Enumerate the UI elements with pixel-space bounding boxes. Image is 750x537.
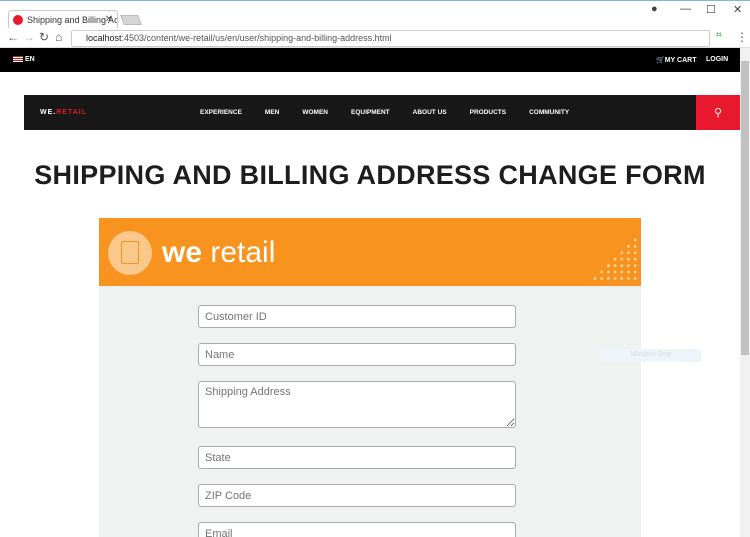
forward-icon[interactable]: →: [23, 30, 35, 44]
dot: [620, 251, 624, 255]
us-flag-icon: [13, 56, 23, 62]
url-path: :4503/content/we-retail/us/en/user/shipp…: [121, 33, 392, 43]
shipping-address-input[interactable]: [198, 381, 516, 428]
profile-icon[interactable]: ●: [651, 3, 658, 15]
dot: [627, 251, 630, 255]
state-input[interactable]: [198, 446, 516, 469]
dot: [593, 277, 597, 280]
address-form: [99, 286, 641, 537]
close-tab-icon[interactable]: ✕: [105, 14, 113, 25]
brand-logo: we retail: [162, 236, 276, 269]
dot: [600, 277, 604, 280]
dot: [627, 264, 630, 267]
browser-titlebar: Shipping and Billing Addr ✕ ● — ☐ ✕: [0, 0, 750, 29]
dot: [620, 264, 624, 267]
maximize-icon[interactable]: ☐: [706, 3, 716, 16]
address-bar[interactable]: localhost:4503/content/we-retail/us/en/u…: [71, 30, 710, 47]
brand-banner: we retail: [99, 218, 641, 286]
nav-item-products[interactable]: PRODUCTS: [470, 109, 506, 116]
dot: [633, 264, 637, 267]
scrollbar-thumb[interactable]: [741, 61, 749, 355]
top-bar: EN 🛒MY CART LOGIN: [0, 48, 740, 72]
dots-decoration: [593, 238, 637, 280]
dot: [627, 270, 630, 274]
browser-tab[interactable]: Shipping and Billing Addr ✕: [8, 10, 118, 29]
nav-item-experience[interactable]: EXPERIENCE: [200, 109, 242, 116]
dot: [620, 270, 624, 274]
browser-toolbar: ← → ↻ ⌂ localhost:4503/content/we-retail…: [0, 28, 750, 48]
nav-item-men[interactable]: MEN: [265, 109, 279, 116]
dot: [620, 257, 624, 261]
back-icon[interactable]: ←: [7, 30, 19, 44]
cart-label: MY CART: [664, 57, 697, 64]
logo[interactable]: WE.RETAIL: [40, 109, 87, 116]
dot: [633, 270, 637, 274]
email-input[interactable]: [198, 522, 516, 537]
new-tab-button[interactable]: [120, 15, 142, 25]
dot: [613, 270, 617, 274]
url-host: localhost: [86, 33, 122, 43]
language-selector[interactable]: EN: [25, 56, 35, 63]
nav-item-women[interactable]: WOMEN: [302, 109, 328, 116]
nav-item-equipment[interactable]: EQUIPMENT: [351, 109, 390, 116]
name-input[interactable]: [198, 343, 516, 366]
cart-link[interactable]: 🛒MY CART: [656, 56, 696, 64]
dot: [613, 277, 617, 280]
dot: [600, 270, 604, 274]
menu-icon[interactable]: ⋮: [736, 30, 748, 44]
dot: [633, 251, 637, 255]
dot: [607, 264, 610, 267]
reload-icon[interactable]: ↻: [39, 30, 49, 44]
close-window-icon[interactable]: ✕: [733, 3, 742, 16]
screen-capture-icon[interactable]: ⌗: [716, 30, 722, 41]
dot: [620, 277, 624, 280]
customer-id-input[interactable]: [198, 305, 516, 328]
dot: [633, 245, 637, 248]
dot: [633, 277, 637, 280]
home-icon[interactable]: ⌂: [55, 30, 62, 44]
nav-item-community[interactable]: COMMUNITY: [529, 109, 569, 116]
search-icon: ⚲: [713, 107, 723, 119]
minimize-icon[interactable]: —: [680, 3, 691, 15]
favicon-icon: [13, 15, 23, 25]
dot: [627, 245, 630, 248]
dot: [633, 257, 637, 261]
shopping-bag-icon: [108, 231, 152, 275]
dot: [613, 264, 617, 267]
dot: [627, 257, 630, 261]
main-nav: WE.RETAIL EXPERIENCE MEN WOMEN EQUIPMENT…: [24, 95, 696, 130]
nav-item-about-us[interactable]: ABOUT US: [413, 109, 447, 116]
dot: [613, 257, 617, 261]
dot: [607, 270, 610, 274]
page-title: SHIPPING AND BILLING ADDRESS CHANGE FORM: [34, 160, 706, 190]
zip-code-input[interactable]: [198, 484, 516, 507]
dot: [627, 277, 630, 280]
dot: [607, 277, 610, 280]
page: EN 🛒MY CART LOGIN WE.RETAIL EXPERIENCE M…: [0, 48, 740, 537]
dot: [633, 238, 637, 242]
login-link[interactable]: LOGIN: [706, 56, 728, 63]
search-button[interactable]: ⚲: [696, 95, 740, 130]
window-snip-overlay: Window Snip: [601, 349, 701, 362]
